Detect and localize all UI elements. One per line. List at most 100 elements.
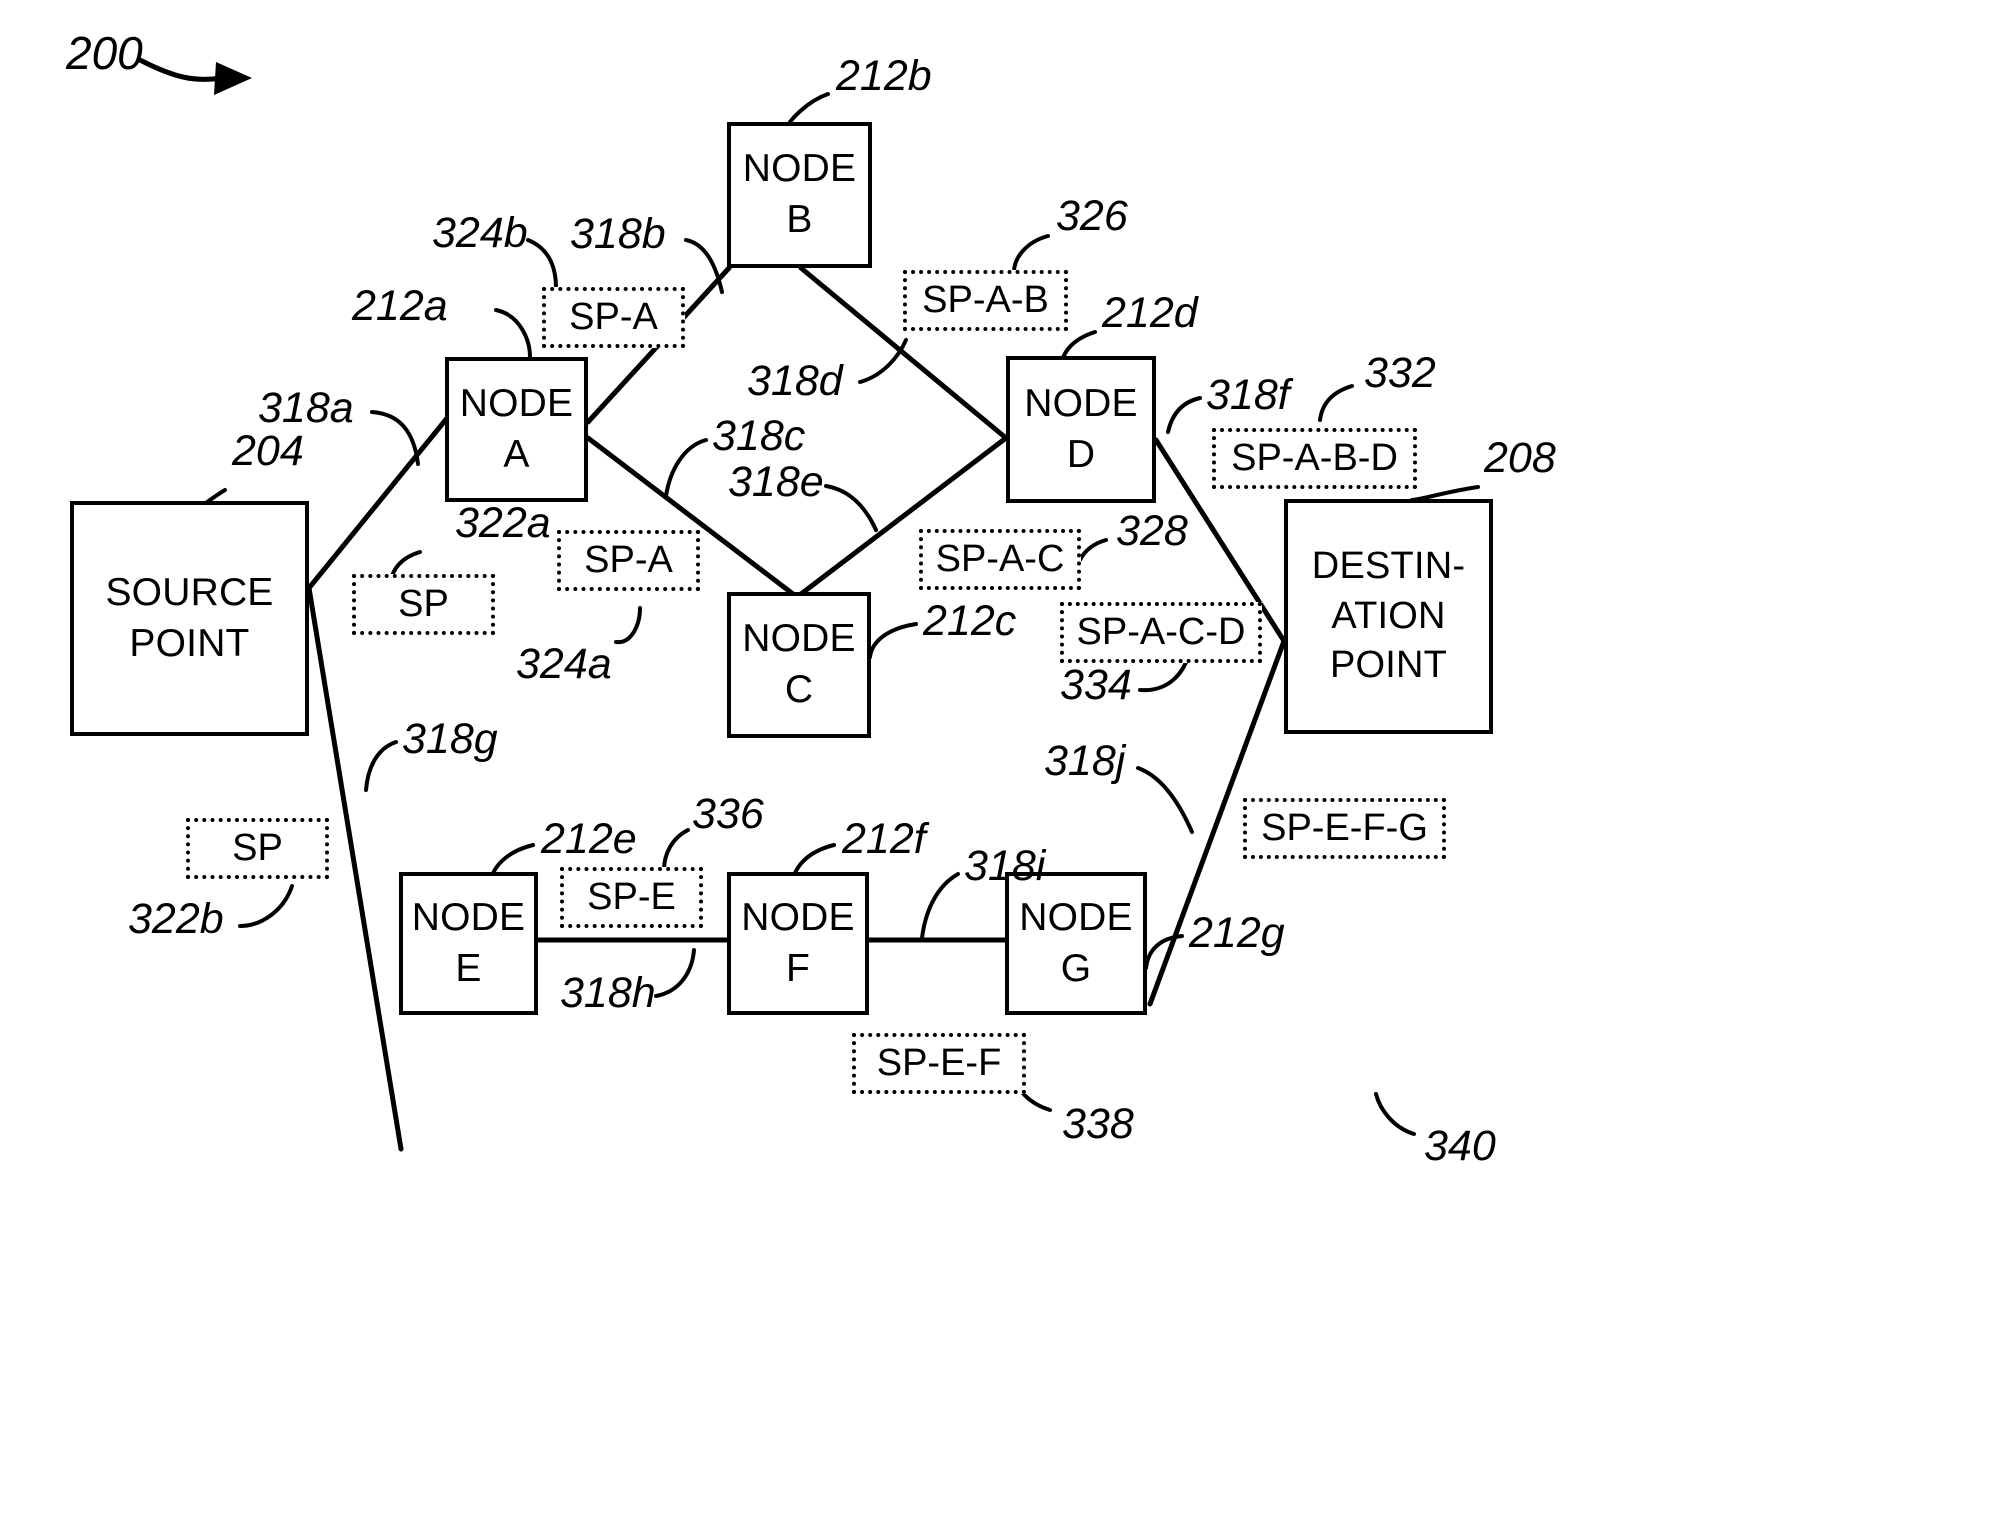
leader-318a bbox=[370, 410, 420, 466]
ref-322b: 322b bbox=[128, 895, 224, 943]
node-e-line-2: E bbox=[455, 946, 482, 990]
sp-label-340-text: SP-E-F-G bbox=[1261, 807, 1428, 849]
sp-label-334[interactable]: SP-A-C-D bbox=[1060, 602, 1262, 663]
ref-332: 332 bbox=[1364, 349, 1436, 397]
ref-212g: 212g bbox=[1189, 909, 1285, 957]
ref-204: 204 bbox=[232, 427, 304, 475]
link-318a bbox=[306, 409, 455, 591]
leader-326 bbox=[1012, 234, 1050, 274]
ref-318g: 318g bbox=[402, 715, 498, 763]
sp-label-338[interactable]: SP-E-F bbox=[852, 1033, 1026, 1094]
sp-label-322b[interactable]: SP bbox=[186, 818, 329, 879]
ref-322a: 322a bbox=[455, 499, 551, 547]
node-f[interactable]: NODE F bbox=[727, 872, 869, 1015]
leader-332 bbox=[1318, 384, 1354, 422]
sp-label-322a-text: SP bbox=[398, 583, 449, 625]
ref-318f: 318f bbox=[1206, 371, 1290, 419]
ref-336: 336 bbox=[692, 790, 764, 838]
diagram-lines bbox=[137, 57, 1480, 1152]
node-e-line-1: NODE bbox=[411, 895, 526, 939]
leader-212b bbox=[788, 92, 830, 124]
leader-318b bbox=[684, 238, 724, 294]
node-b[interactable]: NODE B bbox=[727, 122, 872, 268]
ref-212d: 212d bbox=[1102, 289, 1198, 337]
node-g[interactable]: NODE G bbox=[1005, 872, 1147, 1015]
sp-label-322a[interactable]: SP bbox=[352, 574, 495, 635]
leader-318i bbox=[920, 872, 960, 940]
node-a-line-2: A bbox=[503, 432, 530, 476]
source-point-line-2: POINT bbox=[129, 621, 250, 665]
destination-point-line-2: ATION bbox=[1331, 594, 1446, 637]
node-d-line-2: D bbox=[1066, 432, 1096, 476]
node-c-line-2: C bbox=[784, 668, 814, 711]
leader-318d bbox=[858, 338, 908, 384]
leader-322b bbox=[238, 884, 294, 928]
ref-324b: 324b bbox=[432, 209, 528, 257]
sp-label-332[interactable]: SP-A-B-D bbox=[1212, 428, 1417, 489]
node-g-line-2: G bbox=[1060, 946, 1092, 990]
patent-figure-canvas: 200 SOURCE POINT NODE A NODE B NODE C NO… bbox=[0, 0, 2012, 1528]
node-f-line-1: NODE bbox=[741, 895, 855, 939]
leader-340 bbox=[1374, 1092, 1416, 1136]
leader-328 bbox=[1078, 538, 1108, 562]
sp-label-326[interactable]: SP-A-B bbox=[903, 270, 1068, 331]
leader-318h bbox=[654, 948, 696, 998]
figure-arrow-shaft bbox=[137, 57, 225, 82]
ref-326: 326 bbox=[1056, 192, 1128, 240]
node-d[interactable]: NODE D bbox=[1006, 356, 1156, 503]
sp-label-336[interactable]: SP-E bbox=[560, 867, 703, 928]
ref-318i: 318i bbox=[964, 842, 1046, 890]
node-g-line-1: NODE bbox=[1019, 895, 1133, 939]
node-b-line-1: NODE bbox=[742, 147, 857, 191]
figure-arrow-head bbox=[214, 62, 252, 95]
destination-point-line-1: DESTIN- bbox=[1311, 545, 1466, 588]
leader-212g bbox=[1144, 934, 1184, 970]
ref-212f: 212f bbox=[842, 815, 926, 863]
sp-label-338-text: SP-E-F bbox=[876, 1042, 1002, 1084]
ref-212c: 212c bbox=[923, 597, 1017, 645]
node-d-line-1: NODE bbox=[1024, 381, 1138, 425]
sp-label-324a-text: SP-A bbox=[584, 539, 673, 581]
sp-label-324b-text: SP-A bbox=[569, 296, 658, 338]
node-a-line-1: NODE bbox=[459, 381, 574, 425]
leader-324a bbox=[614, 606, 642, 645]
node-source-point[interactable]: SOURCE POINT bbox=[70, 501, 309, 736]
sp-label-324a[interactable]: SP-A bbox=[557, 530, 700, 591]
ref-318c: 318c bbox=[712, 412, 806, 460]
leader-318c bbox=[664, 438, 708, 498]
node-c[interactable]: NODE C bbox=[727, 592, 871, 738]
sp-label-336-text: SP-E bbox=[587, 876, 676, 918]
ref-208: 208 bbox=[1484, 434, 1556, 482]
sp-label-340[interactable]: SP-E-F-G bbox=[1243, 798, 1446, 859]
sp-label-324b[interactable]: SP-A bbox=[542, 287, 685, 348]
source-point-line-1: SOURCE bbox=[105, 570, 274, 614]
ref-212e: 212e bbox=[541, 815, 637, 863]
ref-324a: 324a bbox=[516, 640, 612, 688]
ref-318d: 318d bbox=[747, 357, 843, 405]
figure-number: 200 bbox=[66, 27, 143, 79]
sp-label-322b-text: SP bbox=[232, 827, 283, 869]
node-c-line-1: NODE bbox=[742, 617, 856, 661]
leader-318j bbox=[1136, 766, 1194, 834]
node-e[interactable]: NODE E bbox=[399, 872, 538, 1015]
leader-212c bbox=[868, 622, 918, 659]
ref-340: 340 bbox=[1424, 1122, 1496, 1170]
sp-label-328-text: SP-A-C bbox=[935, 538, 1065, 580]
sp-label-334-text: SP-A-C-D bbox=[1076, 611, 1246, 653]
ref-318e: 318e bbox=[728, 458, 824, 506]
ref-338: 338 bbox=[1062, 1100, 1134, 1148]
ref-212a: 212a bbox=[352, 282, 448, 330]
sp-label-332-text: SP-A-B-D bbox=[1231, 437, 1398, 479]
ref-318a: 318a bbox=[258, 384, 354, 432]
ref-318j: 318j bbox=[1044, 737, 1126, 785]
ref-318h: 318h bbox=[560, 969, 656, 1017]
leader-212a bbox=[494, 308, 532, 359]
node-destination-point[interactable]: DESTIN- ATION POINT bbox=[1284, 499, 1493, 734]
ref-328: 328 bbox=[1116, 507, 1188, 555]
node-b-line-2: B bbox=[786, 198, 813, 241]
leader-318f bbox=[1166, 396, 1202, 434]
leader-324b bbox=[526, 238, 558, 290]
sp-label-328[interactable]: SP-A-C bbox=[919, 529, 1081, 590]
node-a[interactable]: NODE A bbox=[445, 357, 588, 502]
destination-point-line-3: POINT bbox=[1329, 644, 1448, 687]
